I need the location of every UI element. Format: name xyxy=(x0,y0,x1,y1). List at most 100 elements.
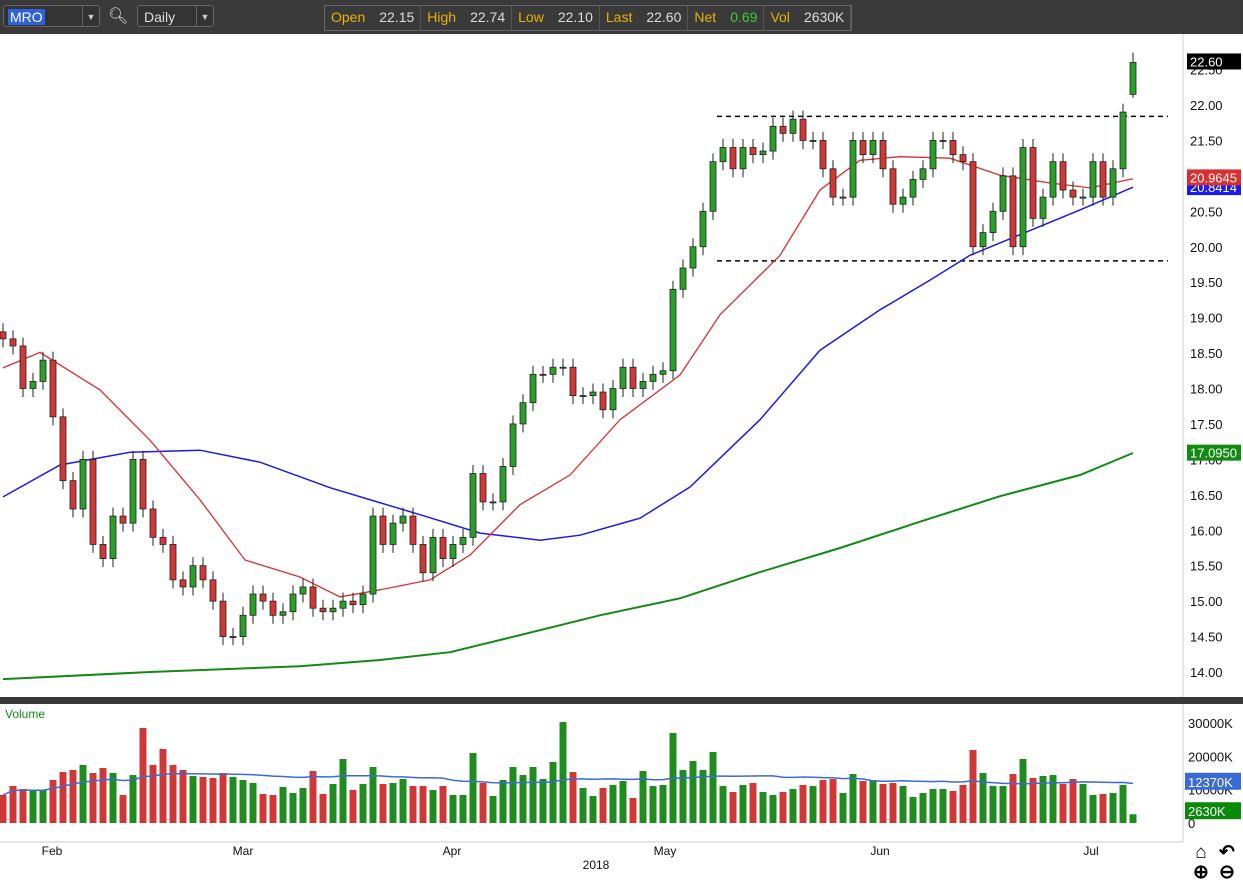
volume-bar xyxy=(0,795,7,823)
volume-bar xyxy=(199,777,207,823)
candle-body xyxy=(689,246,697,269)
candle-body xyxy=(9,338,17,347)
volume-bar xyxy=(1009,774,1017,823)
month-label: Apr xyxy=(443,844,462,858)
volume-bar xyxy=(799,785,807,823)
candle-body xyxy=(1129,62,1137,95)
candle-body xyxy=(459,536,467,545)
volume-bar xyxy=(69,770,77,823)
symbol-dropdown-icon[interactable]: ▼ xyxy=(82,6,99,26)
volume-bar xyxy=(899,786,907,823)
volume-bar xyxy=(239,780,247,823)
volume-bar xyxy=(249,783,257,823)
volume-bar xyxy=(1099,794,1107,823)
zoom-out-icon[interactable]: ⊖ xyxy=(1219,862,1235,881)
symbol-input[interactable]: MRO ▼ xyxy=(3,5,100,27)
volume-bar xyxy=(219,773,227,823)
volume-bar xyxy=(259,794,267,823)
volume-bar xyxy=(309,771,317,823)
volume-bar xyxy=(289,793,297,823)
price-tick-label: 18.50 xyxy=(1190,346,1223,361)
period-select[interactable]: Daily ▼ xyxy=(137,5,214,27)
quote-high: High 22.74 xyxy=(421,6,513,30)
volume-bar xyxy=(399,779,407,823)
candle-body xyxy=(1099,161,1107,198)
price-chart[interactable]: 22.5022.0021.5021.0020.5020.0019.5019.00… xyxy=(0,0,1243,881)
volume-bar xyxy=(509,767,517,823)
candle-body xyxy=(1089,161,1097,198)
candle-body xyxy=(59,416,67,482)
candle-body xyxy=(609,388,617,411)
candle-body xyxy=(519,402,527,425)
candle-body xyxy=(779,125,787,134)
candle-body xyxy=(979,232,987,248)
candle-body xyxy=(349,600,357,606)
volume-bar xyxy=(599,788,607,823)
candle-body xyxy=(299,586,307,595)
candle-body xyxy=(1059,161,1067,191)
undo-icon[interactable]: ↶ xyxy=(1218,842,1235,863)
candle-body xyxy=(679,267,687,290)
volume-bar xyxy=(769,795,777,823)
volume-bar xyxy=(1129,814,1137,823)
candle-body xyxy=(899,196,907,205)
candle-body xyxy=(969,161,977,248)
volume-bar xyxy=(499,780,507,823)
panel-separator xyxy=(0,697,1243,704)
candle-body xyxy=(709,161,717,212)
volume-bar xyxy=(439,786,447,823)
candle-body xyxy=(139,458,147,510)
volume-bar xyxy=(99,768,107,823)
volume-bar xyxy=(469,753,477,823)
candle-body xyxy=(959,154,967,163)
volume-bar xyxy=(359,784,367,823)
volume-bar xyxy=(489,796,497,823)
candle-body xyxy=(659,370,667,375)
candle-body xyxy=(909,179,917,198)
candle-body xyxy=(579,395,587,397)
price-tick-label: 16.00 xyxy=(1190,523,1223,538)
volume-bar xyxy=(529,767,537,823)
price-tick-label: 22.00 xyxy=(1190,98,1223,113)
candle xyxy=(89,450,97,553)
volume-bar xyxy=(1069,779,1077,823)
candle xyxy=(369,507,377,603)
zoom-in-icon[interactable]: ⊕ xyxy=(1193,862,1209,881)
candle-body xyxy=(29,381,37,389)
quote-value: 22.15 xyxy=(379,9,415,25)
quote-label: Net xyxy=(694,9,717,25)
volume-bar xyxy=(759,792,767,823)
candle-body xyxy=(939,140,947,142)
quote-value: 0.69 xyxy=(730,9,758,25)
candle xyxy=(1119,103,1127,178)
volume-bar xyxy=(949,791,957,823)
volume-title: Volume xyxy=(5,707,45,721)
last-price-label: 22.60 xyxy=(1190,54,1223,69)
volume-tick-label: 20000K xyxy=(1188,749,1233,764)
period-dropdown-icon[interactable]: ▼ xyxy=(196,6,213,26)
candle xyxy=(129,450,137,532)
candle-body xyxy=(399,515,407,524)
candle-body xyxy=(759,150,767,156)
home-icon[interactable]: ⌂ xyxy=(1195,842,1206,863)
candle xyxy=(49,351,57,426)
candle-body xyxy=(209,579,217,602)
volume-bar xyxy=(459,795,467,823)
candle-body xyxy=(229,636,237,638)
volume-bar xyxy=(939,789,947,823)
price-tick-label: 15.00 xyxy=(1190,594,1223,609)
toolbar: MRO ▼ 🔍︎ Daily ▼ Open 22.15 High 22.74 Low 22.1… xyxy=(0,0,1243,34)
candle-body xyxy=(589,391,597,396)
candle-body xyxy=(179,579,187,588)
candle-body xyxy=(1109,168,1117,198)
candle-body xyxy=(219,600,227,637)
candle xyxy=(1009,167,1017,256)
volume-bar xyxy=(1089,795,1097,823)
candle-body xyxy=(69,480,77,510)
volume-bar xyxy=(79,765,87,823)
quote-net: Net 0.69 xyxy=(688,6,765,30)
candle-body xyxy=(99,544,107,559)
quote-value: 2630K xyxy=(803,9,845,25)
candle-body xyxy=(429,536,437,574)
search-icon[interactable]: 🔍︎ xyxy=(108,6,128,26)
